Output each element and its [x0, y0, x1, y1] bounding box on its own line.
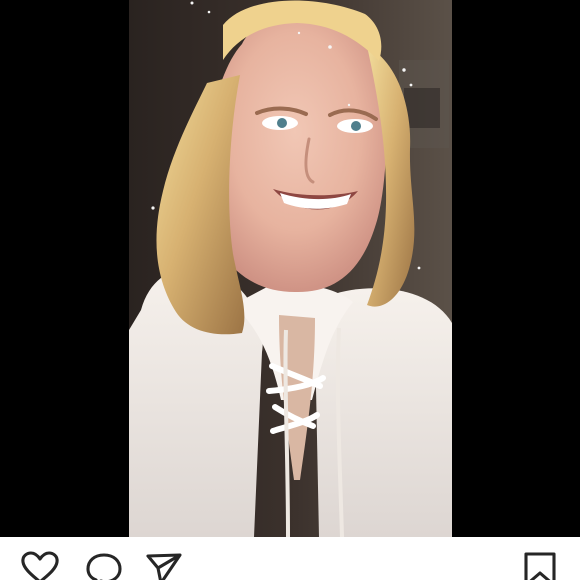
right-iris	[351, 121, 361, 131]
dust-sparkle	[190, 1, 194, 5]
post-action-bar	[0, 537, 580, 580]
dust-sparkle	[347, 103, 351, 107]
dust-sparkle	[328, 45, 332, 49]
post-media-container[interactable]	[0, 0, 580, 537]
left-iris	[277, 118, 287, 128]
instagram-post-screen	[0, 0, 580, 580]
dust-sparkle	[207, 10, 211, 14]
dust-sparkle	[297, 31, 301, 35]
dust-sparkle	[402, 68, 406, 72]
heart-outline-icon[interactable]	[19, 551, 61, 580]
dust-sparkle	[417, 266, 421, 270]
comment-bubble-icon[interactable]	[83, 551, 125, 580]
post-photo[interactable]	[129, 0, 452, 537]
bookmark-outline-icon[interactable]	[519, 551, 561, 580]
poster-shadow	[404, 88, 440, 128]
selfie-photo-illustration	[129, 0, 452, 537]
dust-sparkle	[151, 206, 155, 210]
paper-plane-icon[interactable]	[143, 551, 185, 580]
dust-sparkle	[409, 83, 413, 87]
